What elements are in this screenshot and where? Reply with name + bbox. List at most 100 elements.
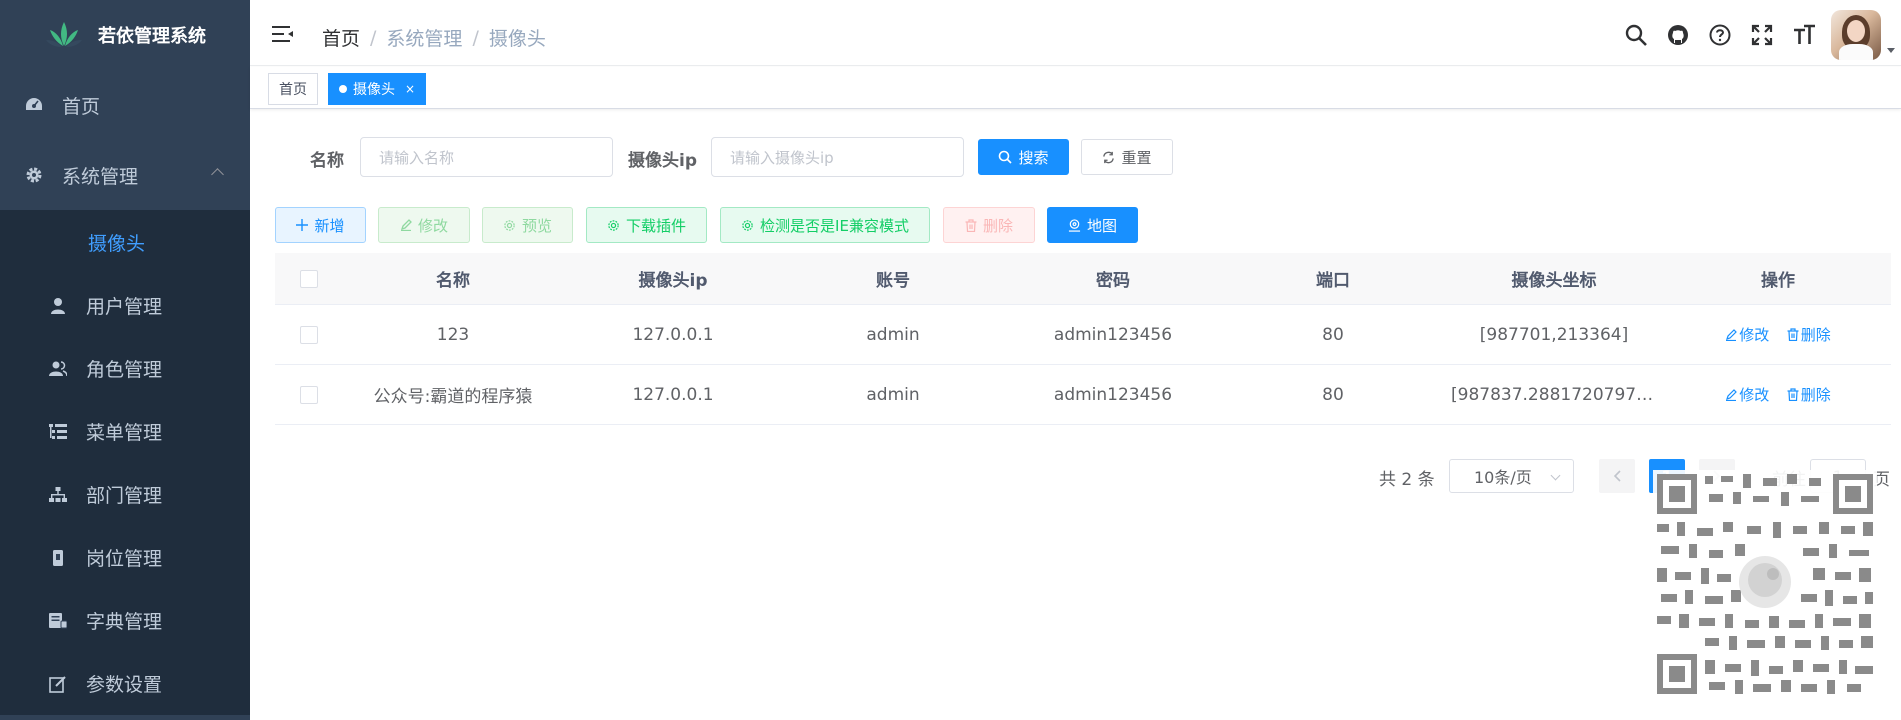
avatar[interactable] <box>1831 10 1881 60</box>
submenu-rest: 用户管理 角色管理 菜单管理 部门管理 岗位管理 字典管理 参数设置 <box>0 274 250 715</box>
sidebar-item-roles[interactable]: 角色管理 <box>0 337 250 400</box>
prev-page-button[interactable] <box>1599 459 1635 493</box>
active-dot-icon <box>339 85 347 93</box>
map-button-label: 地图 <box>1086 216 1117 235</box>
avatar-face <box>1847 20 1865 42</box>
cog-icon <box>608 219 619 231</box>
search-icon[interactable] <box>1615 14 1657 56</box>
question-icon[interactable] <box>1699 14 1741 56</box>
row-select-cell <box>275 385 343 404</box>
name-input[interactable]: 请输入名称 <box>360 137 613 177</box>
tree-icon <box>48 485 68 505</box>
fullscreen-icon[interactable] <box>1741 14 1783 56</box>
row-checkbox[interactable] <box>300 385 318 404</box>
name-input-placeholder: 请输入名称 <box>379 148 455 167</box>
reset-button-label: 重置 <box>1121 148 1152 167</box>
sidebar-item-dicts[interactable]: 字典管理 <box>0 589 250 652</box>
column-header-ip: 摄像头ip <box>638 271 708 291</box>
cell-account: admin <box>866 324 920 345</box>
navbar: 首页 / 系统管理 / 摄像头 <box>250 4 1901 66</box>
row-delete-label: 删除 <box>1800 325 1831 344</box>
check-ie-button[interactable]: 检测是否是IE兼容模式 <box>720 207 930 243</box>
page-size-select[interactable]: 10条/页 <box>1449 459 1574 493</box>
hamburger-icon[interactable] <box>272 24 294 44</box>
breadcrumb-home[interactable]: 首页 <box>322 24 360 51</box>
trash-icon <box>965 218 977 232</box>
sidebar-item-label: 部门管理 <box>86 485 163 507</box>
app-root: 若依管理系统 首页 系统管理 摄像头 用户管理 角色管理 菜单管理 部门管理 岗… <box>0 0 1901 720</box>
cell-coords: [987837.2881720797,... <box>1451 384 1658 405</box>
trash-icon <box>1787 387 1799 401</box>
column-header-port: 端口 <box>1316 271 1350 291</box>
cell-coords: [987701,213364] <box>1479 324 1629 345</box>
camera-table: 名称 摄像头ip 账号 密码 端口 摄像头坐标 操作 123 127.0.0.1… <box>275 253 1891 425</box>
caret-down-icon[interactable] <box>1887 47 1895 53</box>
sidebar-item-label: 首页 <box>62 95 101 118</box>
sidebar-item-camera[interactable]: 摄像头 <box>0 210 250 274</box>
cog-icon <box>742 219 753 231</box>
row-edit-link[interactable]: 修改 <box>1725 324 1769 345</box>
table-header: 名称 摄像头ip 账号 密码 端口 摄像头坐标 操作 <box>275 253 1891 305</box>
tab-camera[interactable]: 摄像头 × <box>328 73 427 105</box>
sidebar-item-label: 系统管理 <box>62 165 139 188</box>
close-icon[interactable]: × <box>405 82 415 96</box>
sidebar-item-home[interactable]: 首页 <box>0 70 250 140</box>
github-icon[interactable] <box>1657 14 1699 56</box>
cell-name: 123 <box>436 324 470 345</box>
trash-icon <box>1787 327 1799 341</box>
tree-table-icon <box>48 422 68 442</box>
search-button[interactable]: 搜索 <box>978 139 1069 175</box>
cell-ip: 127.0.0.1 <box>632 384 714 405</box>
search-icon <box>999 150 1013 164</box>
logo[interactable]: 若依管理系统 <box>0 0 250 70</box>
download-plugin-button[interactable]: 下载插件 <box>586 207 707 243</box>
add-button-label: 新增 <box>314 216 345 235</box>
map-button[interactable]: 地图 <box>1047 207 1138 243</box>
edit-button[interactable]: 修改 <box>378 207 470 243</box>
name-label: 名称 <box>310 151 344 171</box>
sidebar-item-users[interactable]: 用户管理 <box>0 274 250 337</box>
sidebar-item-config[interactable]: 参数设置 <box>0 652 250 715</box>
delete-button[interactable]: 删除 <box>943 207 1035 243</box>
check-ie-label: 检测是否是IE兼容模式 <box>760 216 909 235</box>
sidebar-item-menus[interactable]: 菜单管理 <box>0 400 250 463</box>
sidebar-item-posts[interactable]: 岗位管理 <box>0 526 250 589</box>
dashboard-icon <box>24 95 44 115</box>
page-size-value: 10条/页 <box>1474 468 1532 487</box>
cell-port: 80 <box>1322 324 1344 345</box>
ip-input-placeholder: 请输入摄像头ip <box>730 148 834 167</box>
row-edit-link[interactable]: 修改 <box>1725 384 1769 405</box>
table-row: 公众号:霸道的程序猿 127.0.0.1 admin admin123456 8… <box>275 365 1891 425</box>
tab-home[interactable]: 首页 <box>268 73 318 105</box>
font-size-icon[interactable] <box>1783 14 1825 56</box>
sidebar-item-label: 字典管理 <box>86 611 163 633</box>
breadcrumb-system: 系统管理 <box>386 28 463 50</box>
column-header-name: 名称 <box>436 271 470 291</box>
peoples-icon <box>48 359 68 379</box>
column-header-password: 密码 <box>1096 271 1130 291</box>
add-button[interactable]: 新增 <box>275 207 366 243</box>
avatar-body <box>1839 44 1873 60</box>
table-row: 123 127.0.0.1 admin admin123456 80 [9877… <box>275 305 1891 365</box>
search-button-label: 搜索 <box>1018 148 1049 167</box>
row-delete-link[interactable]: 删除 <box>1787 384 1831 405</box>
row-checkbox[interactable] <box>300 325 318 344</box>
sidebar-item-depts[interactable]: 部门管理 <box>0 463 250 526</box>
select-all-cell <box>275 269 343 288</box>
row-delete-link[interactable]: 删除 <box>1787 324 1831 345</box>
plus-icon <box>296 219 309 231</box>
navbar-right <box>1615 4 1901 66</box>
cog-icon <box>504 219 515 231</box>
sidebar-item-system[interactable]: 系统管理 <box>0 140 250 210</box>
ip-input[interactable]: 请输入摄像头ip <box>711 137 964 177</box>
row-edit-label: 修改 <box>1739 326 1770 344</box>
chevron-up-icon <box>211 168 224 181</box>
cell-password: admin123456 <box>1053 324 1173 345</box>
cell-actions: 修改 删除 <box>1665 324 1891 346</box>
tab-label: 摄像头 <box>353 82 395 98</box>
cell-ip: 127.0.0.1 <box>632 324 714 345</box>
preview-button[interactable]: 预览 <box>482 207 573 243</box>
reset-button[interactable]: 重置 <box>1081 139 1173 175</box>
map-pin-icon <box>1068 218 1081 232</box>
select-all-checkbox[interactable] <box>300 269 318 288</box>
